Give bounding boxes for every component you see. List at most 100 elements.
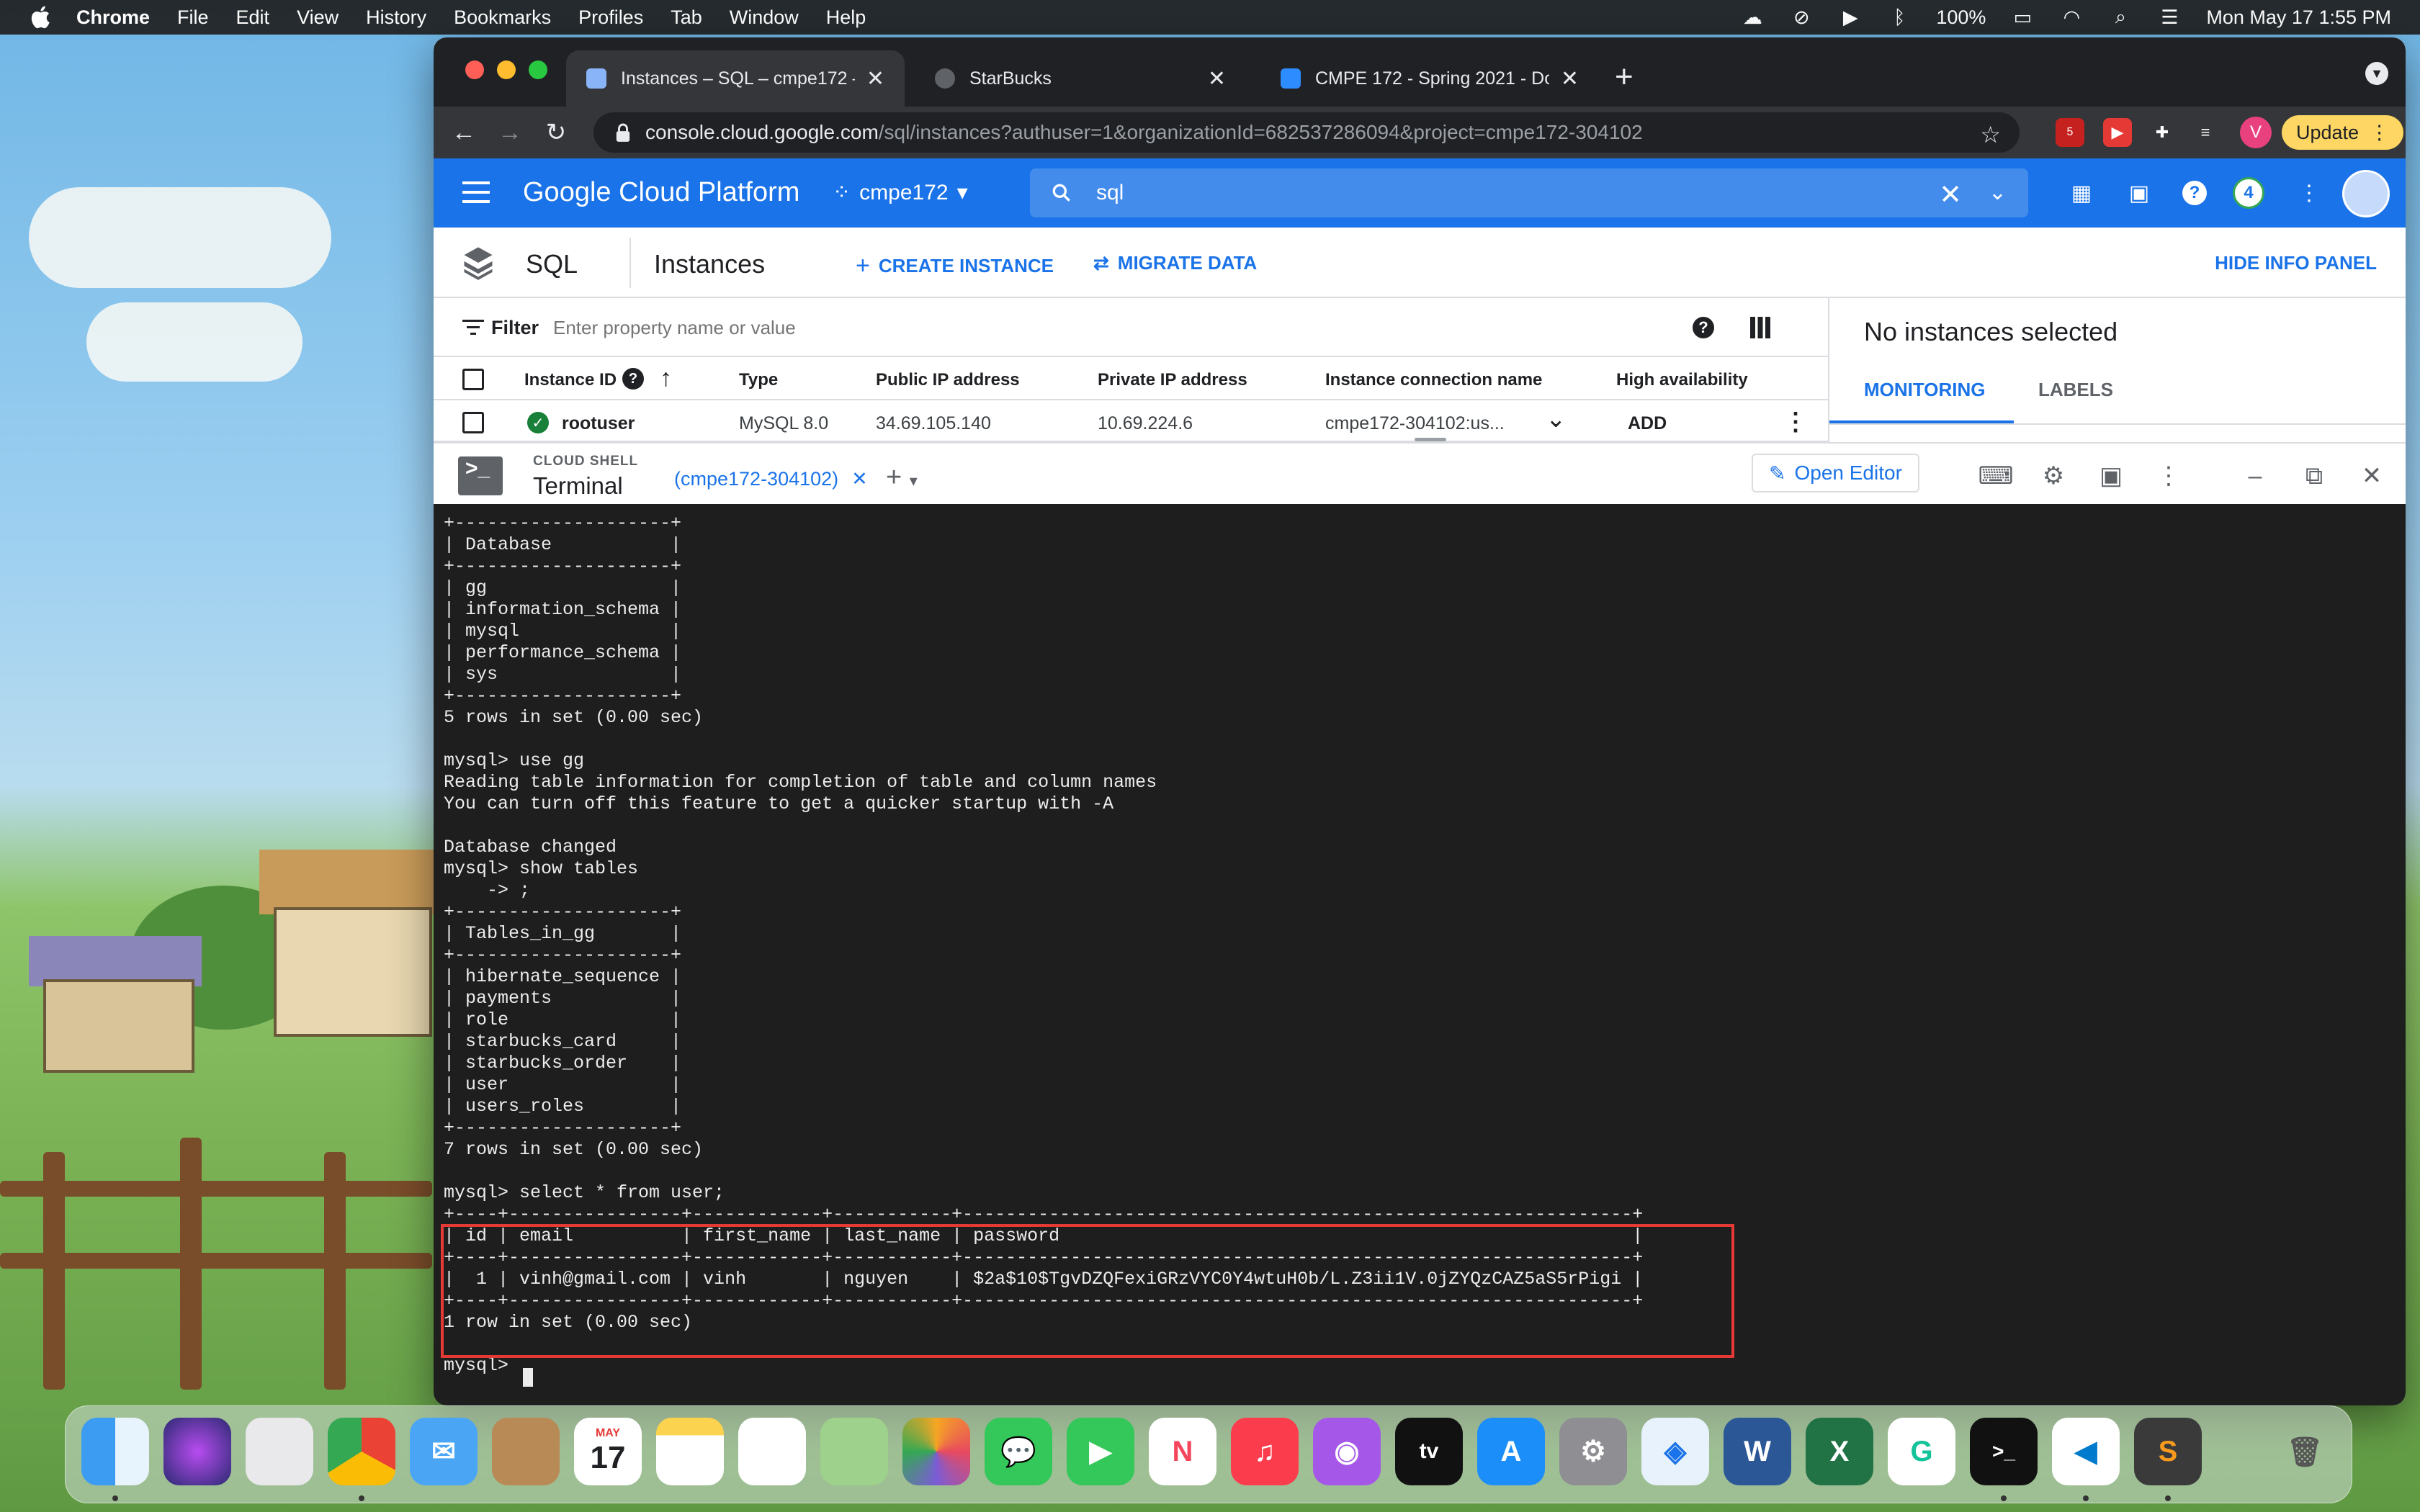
close-session-icon[interactable]: ✕: [851, 468, 868, 490]
zoom-window-button[interactable]: [529, 60, 547, 79]
menu-profiles[interactable]: Profiles: [578, 6, 643, 29]
terminal-icon[interactable]: >_: [1970, 1418, 2038, 1485]
settings-gear-icon[interactable]: ⚙: [2038, 461, 2069, 491]
browser-tab-cmpe172[interactable]: CMPE 172 - Spring 2021 - Doc ✕: [1260, 50, 1599, 107]
maps-icon[interactable]: [820, 1418, 888, 1485]
menu-view[interactable]: View: [297, 6, 339, 29]
cloud-shell-icon[interactable]: ▣: [2125, 179, 2154, 207]
terminal[interactable]: +--------------------+ | Database | +---…: [434, 504, 2406, 1405]
menu-file[interactable]: File: [177, 6, 209, 29]
column-instance-id[interactable]: Instance ID: [524, 370, 617, 390]
bluetooth-icon[interactable]: ᛒ: [1887, 6, 1912, 28]
messages-icon[interactable]: 💬: [985, 1418, 1052, 1485]
add-ha-button[interactable]: ADD: [1628, 413, 1667, 434]
column-display-icon[interactable]: [1750, 317, 1770, 338]
reload-icon[interactable]: ↻: [533, 118, 579, 147]
chrome-icon[interactable]: [328, 1418, 395, 1485]
play-icon[interactable]: ▶: [1838, 6, 1863, 28]
project-selector[interactable]: ⁘ cmpe172 ▾: [833, 180, 968, 205]
create-instance-button[interactable]: + CREATE INSTANCE: [856, 252, 1054, 280]
column-connection-name[interactable]: Instance connection name: [1325, 370, 1542, 390]
menu-app-name[interactable]: Chrome: [76, 6, 150, 29]
menu-edit[interactable]: Edit: [236, 6, 270, 29]
calendar-icon[interactable]: MAY 17: [574, 1418, 642, 1485]
minimize-icon[interactable]: –: [2240, 461, 2270, 491]
address-bar[interactable]: console.cloud.google.com/sql/instances?a…: [593, 112, 2020, 153]
column-public-ip[interactable]: Public IP address: [876, 370, 1020, 390]
tab-labels[interactable]: LABELS: [2038, 379, 2113, 401]
more-vert-icon[interactable]: ⋮: [2295, 179, 2323, 207]
facetime-icon[interactable]: ▶: [1067, 1418, 1134, 1485]
menu-clock[interactable]: Mon May 17 1:55 PM: [2206, 6, 2391, 29]
minimize-window-button[interactable]: [497, 60, 516, 79]
gcp-title[interactable]: Google Cloud Platform: [523, 177, 799, 208]
migrate-data-button[interactable]: ⇄ MIGRATE DATA: [1093, 252, 1257, 274]
menu-tab[interactable]: Tab: [671, 6, 702, 29]
row-actions-icon[interactable]: ⋮: [1783, 408, 1808, 436]
word-icon[interactable]: W: [1724, 1418, 1791, 1485]
close-tab-icon[interactable]: ✕: [866, 66, 884, 91]
app-store-icon[interactable]: A: [1477, 1418, 1545, 1485]
wifi-icon[interactable]: ◠: [2059, 6, 2084, 28]
battery-icon[interactable]: ▭: [2010, 6, 2035, 28]
ublock-extension-icon[interactable]: 5: [2056, 118, 2084, 147]
profile-avatar[interactable]: V: [2240, 117, 2272, 148]
expand-search-icon[interactable]: ⌄: [1989, 180, 2007, 205]
contacts-icon[interactable]: [492, 1418, 560, 1485]
system-preferences-icon[interactable]: ⚙: [1559, 1418, 1627, 1485]
search-box[interactable]: sql ✕ ⌄: [1030, 168, 2028, 217]
resize-handle[interactable]: [1415, 438, 1446, 441]
tab-monitoring[interactable]: MONITORING: [1864, 379, 1986, 401]
youtube-extension-icon[interactable]: ▶: [2103, 118, 2132, 147]
help-icon[interactable]: ?: [2182, 181, 2207, 205]
menu-window[interactable]: Window: [730, 6, 799, 29]
select-all-checkbox[interactable]: [462, 369, 484, 390]
more-vert-icon[interactable]: ⋮: [2154, 461, 2184, 491]
siri-icon[interactable]: [163, 1418, 231, 1485]
menu-help[interactable]: Help: [826, 6, 866, 29]
sort-arrow-icon[interactable]: ↑: [660, 364, 672, 392]
gift-icon[interactable]: ▦: [2067, 179, 2096, 207]
close-icon[interactable]: ✕: [2357, 461, 2387, 491]
tab-search-icon[interactable]: ▼: [2365, 62, 2388, 85]
apple-icon[interactable]: [29, 4, 55, 30]
navigation-menu-icon[interactable]: [462, 181, 490, 203]
focus-icon[interactable]: ⊘: [1789, 6, 1814, 28]
new-tab-icon[interactable]: +: [1615, 59, 1634, 95]
shell-session-tab[interactable]: (cmpe172-304102) ✕: [674, 468, 868, 490]
sublime-icon[interactable]: S: [2134, 1418, 2202, 1485]
add-session-icon[interactable]: + ▾: [886, 462, 918, 493]
clear-search-icon[interactable]: ✕: [1939, 179, 1962, 211]
spotlight-icon[interactable]: ⌕: [2108, 6, 2133, 28]
update-chrome-button[interactable]: Update ⋮: [2282, 115, 2404, 150]
keyboard-icon[interactable]: ⌨: [1978, 461, 2013, 491]
grammarly-icon[interactable]: G: [1888, 1418, 1955, 1485]
trash-icon[interactable]: 🗑: [2271, 1418, 2339, 1485]
search-input[interactable]: sql: [1096, 181, 1124, 205]
menu-history[interactable]: History: [366, 6, 426, 29]
excel-icon[interactable]: X: [1806, 1418, 1873, 1485]
chevron-down-icon[interactable]: ⌄: [1546, 405, 1567, 433]
help-icon[interactable]: ?: [1693, 317, 1714, 338]
column-private-ip[interactable]: Private IP address: [1098, 370, 1247, 390]
mail-icon[interactable]: ✉: [410, 1418, 478, 1485]
forward-icon[interactable]: →: [487, 119, 533, 147]
instance-id-link[interactable]: rootuser: [562, 413, 635, 434]
news-icon[interactable]: N: [1149, 1418, 1216, 1485]
row-checkbox[interactable]: [462, 412, 484, 433]
finder-icon[interactable]: [81, 1418, 149, 1485]
extensions-puzzle-icon[interactable]: ✚: [2148, 118, 2177, 147]
help-icon[interactable]: ?: [622, 368, 644, 390]
back-icon[interactable]: ←: [441, 119, 487, 147]
filter-input[interactable]: [553, 317, 1561, 339]
tv-icon[interactable]: tv: [1395, 1418, 1463, 1485]
cloud-sync-icon[interactable]: ☁: [1740, 6, 1765, 28]
browser-tab-starbucks[interactable]: StarBucks ✕: [915, 50, 1246, 107]
music-icon[interactable]: ♫: [1231, 1418, 1299, 1485]
notifications-badge[interactable]: 4: [2233, 177, 2264, 209]
menu-bookmarks[interactable]: Bookmarks: [454, 6, 551, 29]
podcasts-icon[interactable]: ◉: [1313, 1418, 1381, 1485]
safari-icon[interactable]: ◈: [1641, 1418, 1709, 1485]
vscode-icon[interactable]: ◀: [2052, 1418, 2120, 1485]
control-center-icon[interactable]: ☰: [2157, 6, 2182, 28]
